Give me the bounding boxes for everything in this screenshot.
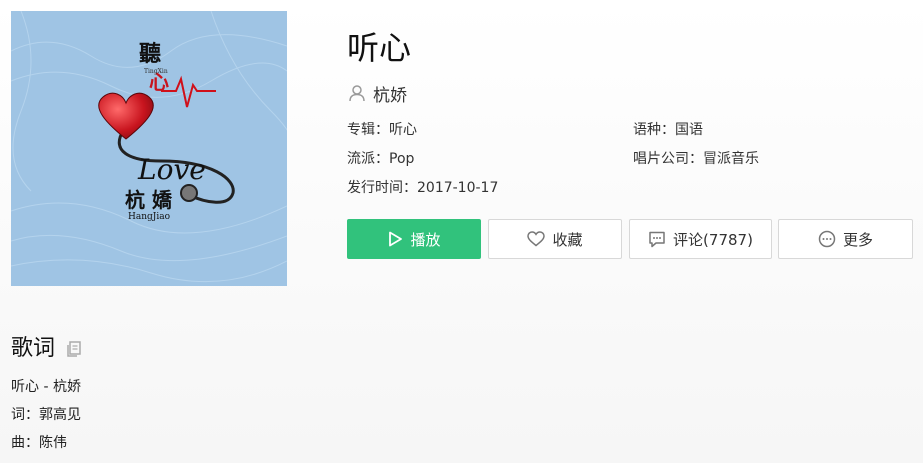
company-label: 唱片公司： [633, 151, 703, 167]
favorite-button[interactable]: 收藏 [488, 219, 622, 259]
cover-top-char: 聽 [139, 41, 161, 67]
genre-label: 流派： [347, 151, 389, 167]
play-icon [389, 231, 403, 247]
album-label: 专辑： [347, 122, 389, 138]
album-cover-art: 聽 心 TingXin Love 杭 嬌 HangJiao [11, 11, 287, 286]
release-label: 发行时间： [347, 180, 417, 196]
copy-icon[interactable] [65, 340, 83, 358]
language-label: 语种： [633, 122, 675, 138]
favorite-label: 收藏 [552, 230, 583, 249]
lyrics-heading: 歌词 [11, 336, 56, 361]
language-info: 语种：国语 [633, 120, 703, 140]
cover-artist-cn: 杭 嬌 [125, 188, 173, 212]
lyric-line: 曲：陈伟 [11, 435, 67, 451]
song-title: 听心 [347, 29, 412, 67]
stethoscope-icon [180, 184, 198, 202]
album-name[interactable]: 听心 [389, 122, 417, 138]
cover-artist-en: HangJiao [128, 212, 170, 222]
album-cover[interactable]: 聽 心 TingXin Love 杭 嬌 HangJiao [11, 11, 287, 286]
language-value: 国语 [675, 122, 703, 138]
company-info: 唱片公司：冒派音乐 [633, 149, 759, 169]
cover-love-text: Love [137, 153, 206, 186]
genre-value: Pop [389, 151, 415, 167]
singer-name: 杭娇 [373, 85, 407, 106]
comment-button[interactable]: 评论(7787) [629, 219, 772, 259]
comment-icon [649, 231, 665, 247]
play-button[interactable]: 播放 [347, 219, 481, 259]
play-label: 播放 [410, 230, 441, 249]
cover-pinyin: TingXin [144, 68, 168, 75]
heart-icon [527, 231, 546, 247]
more-button[interactable]: 更多 [778, 219, 913, 259]
more-dots-icon [818, 230, 836, 248]
company-value: 冒派音乐 [703, 151, 759, 167]
album-info: 专辑：听心 [347, 120, 417, 140]
more-label: 更多 [842, 230, 873, 249]
singer-link[interactable]: 杭娇 [347, 82, 407, 106]
release-info: 发行时间：2017-10-17 [347, 178, 498, 198]
lyric-line: 词：郭高见 [11, 407, 81, 423]
user-icon [349, 85, 365, 102]
lyric-line: 听心 - 杭娇 [11, 379, 81, 395]
lyrics-header: 歌词 [11, 334, 83, 364]
genre-info: 流派：Pop [347, 149, 414, 169]
comment-label: 评论(7787) [673, 230, 753, 249]
release-date: 2017-10-17 [417, 180, 499, 196]
